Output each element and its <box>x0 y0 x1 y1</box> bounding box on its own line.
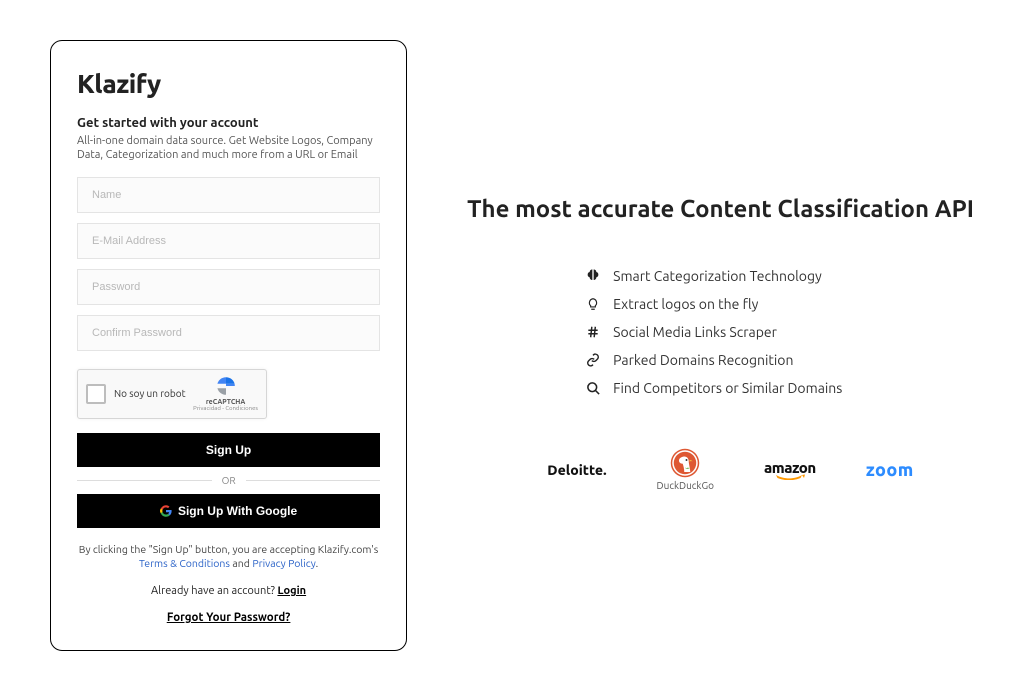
headline: The most accurate Content Classification… <box>467 195 974 222</box>
card-subtitle: Get started with your account <box>77 116 380 130</box>
signup-google-button[interactable]: Sign Up With Google <box>77 494 380 528</box>
password-input[interactable] <box>77 269 380 305</box>
signup-button[interactable]: Sign Up <box>77 433 380 467</box>
zoom-logo: zoom <box>866 460 914 480</box>
duckduckgo-logo: DuckDuckGo <box>657 448 714 491</box>
email-input[interactable] <box>77 223 380 259</box>
terms-link[interactable]: Terms & Conditions <box>139 557 230 569</box>
link-icon <box>585 353 601 367</box>
feature-item: Extract logos on the fly <box>585 296 974 312</box>
confirm-password-input[interactable] <box>77 315 380 351</box>
feature-label: Smart Categorization Technology <box>613 268 822 284</box>
amazon-text: amazon <box>764 460 816 475</box>
forgot-password: Forgot Your Password? <box>77 611 380 624</box>
customer-logos: Deloitte DuckDuckGo amazon <box>487 448 974 491</box>
feature-item: Parked Domains Recognition <box>585 352 974 368</box>
recaptcha-legal: Privacidad - Condiciones <box>193 406 258 412</box>
deloitte-logo: Deloitte <box>547 462 606 478</box>
or-text: OR <box>222 475 236 486</box>
recaptcha-branding: reCAPTCHA Privacidad - Condiciones <box>193 375 258 412</box>
name-input[interactable] <box>77 177 380 213</box>
recaptcha-icon <box>215 375 237 399</box>
amazon-logo: amazon <box>764 460 816 480</box>
or-divider: OR <box>77 475 380 486</box>
signup-button-label: Sign Up <box>206 443 251 457</box>
marketing-panel: The most accurate Content Classification… <box>467 40 974 491</box>
recaptcha-label: No soy un robot <box>114 388 186 399</box>
recaptcha-widget[interactable]: No soy un robot reCAPTCHA Privacidad - C… <box>77 369 267 419</box>
feature-item: Smart Categorization Technology <box>585 268 974 284</box>
login-link[interactable]: Login <box>277 585 306 597</box>
brain-icon <box>585 268 601 284</box>
search-icon <box>585 381 601 396</box>
already-have-account: Already have an account? Login <box>77 585 380 597</box>
feature-item: Social Media Links Scraper <box>585 324 974 340</box>
feature-label: Extract logos on the fly <box>613 296 758 312</box>
privacy-link[interactable]: Privacy Policy <box>252 557 315 569</box>
hash-icon <box>585 325 601 339</box>
signup-card: Klazify Get started with your account Al… <box>50 40 407 651</box>
signup-google-label: Sign Up With Google <box>178 504 297 518</box>
feature-label: Find Competitors or Similar Domains <box>613 380 842 396</box>
recaptcha-checkbox[interactable] <box>86 384 106 404</box>
feature-list: Smart Categorization Technology Extract … <box>585 268 974 396</box>
amazon-smile-icon <box>765 474 815 480</box>
terms-text: By clicking the "Sign Up" button, you ar… <box>77 542 380 571</box>
google-icon <box>160 505 172 517</box>
feature-item: Find Competitors or Similar Domains <box>585 380 974 396</box>
duckduckgo-label: DuckDuckGo <box>657 480 714 491</box>
feature-label: Social Media Links Scraper <box>613 324 777 340</box>
bulb-icon <box>585 296 601 312</box>
card-description: All-in-one domain data source. Get Websi… <box>77 134 380 163</box>
feature-label: Parked Domains Recognition <box>613 352 793 368</box>
brand-logo: Klazify <box>77 69 380 98</box>
forgot-password-link[interactable]: Forgot Your Password? <box>167 611 290 624</box>
